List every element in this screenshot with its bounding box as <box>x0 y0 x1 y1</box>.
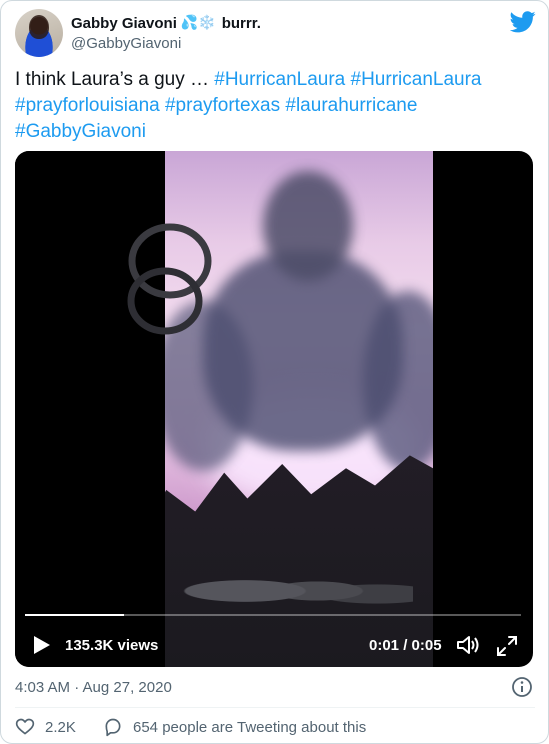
tweet-text: I think Laura’s a guy … #HurricanLaura #… <box>15 67 535 145</box>
treeline <box>143 455 433 667</box>
hashtag-link[interactable]: #GabbyGiavoni <box>15 121 146 142</box>
hashtag-link[interactable]: #HurricanLaura <box>214 69 345 90</box>
tweet-body: I think Laura’s a guy … <box>15 69 215 90</box>
tweet-card: Gabby Giavoni 💦❄️ burrr. @GabbyGiavoni I… <box>0 0 549 744</box>
author-name-suffix: burrr. <box>221 14 261 32</box>
hashtag-link[interactable]: #laurahurricane <box>285 95 417 116</box>
author-name-row[interactable]: Gabby Giavoni 💦❄️ burrr. <box>71 13 261 33</box>
reply-icon[interactable] <box>103 717 123 737</box>
tweet-timestamp[interactable]: 4:03 AM · Aug 27, 2020 <box>15 679 172 696</box>
hashtag-link[interactable]: #prayfortexas <box>165 95 280 116</box>
avatar[interactable] <box>15 9 63 57</box>
volume-icon[interactable] <box>456 634 480 656</box>
play-icon[interactable] <box>33 635 51 655</box>
hashtag-link[interactable]: #HurricanLaura <box>351 69 482 90</box>
divider <box>15 707 535 708</box>
author-handle[interactable]: @GabbyGiavoni <box>71 35 181 52</box>
video-progress[interactable] <box>25 614 125 616</box>
twitter-bird-icon[interactable] <box>510 11 536 33</box>
info-icon[interactable] <box>511 676 533 698</box>
name-emojis: 💦❄️ <box>180 15 216 31</box>
heart-icon[interactable] <box>15 717 35 737</box>
conversation-link[interactable]: 654 people are Tweeting about this <box>133 719 366 736</box>
cloud-figure-head <box>263 171 353 281</box>
power-line-coil <box>127 223 212 335</box>
video-player[interactable]: 135.3K views 0:01 / 0:05 <box>15 151 533 667</box>
like-count[interactable]: 2.2K <box>45 719 76 736</box>
author-display-name[interactable]: Gabby Giavoni <box>71 15 177 32</box>
hashtag-link[interactable]: #prayforlouisiana <box>15 95 160 116</box>
fullscreen-icon[interactable] <box>496 635 518 657</box>
cloud-figure-body <box>203 251 403 451</box>
view-count: 135.3K views <box>65 637 159 654</box>
video-time: 0:01 / 0:05 <box>369 637 442 654</box>
parked-cars <box>173 561 413 621</box>
